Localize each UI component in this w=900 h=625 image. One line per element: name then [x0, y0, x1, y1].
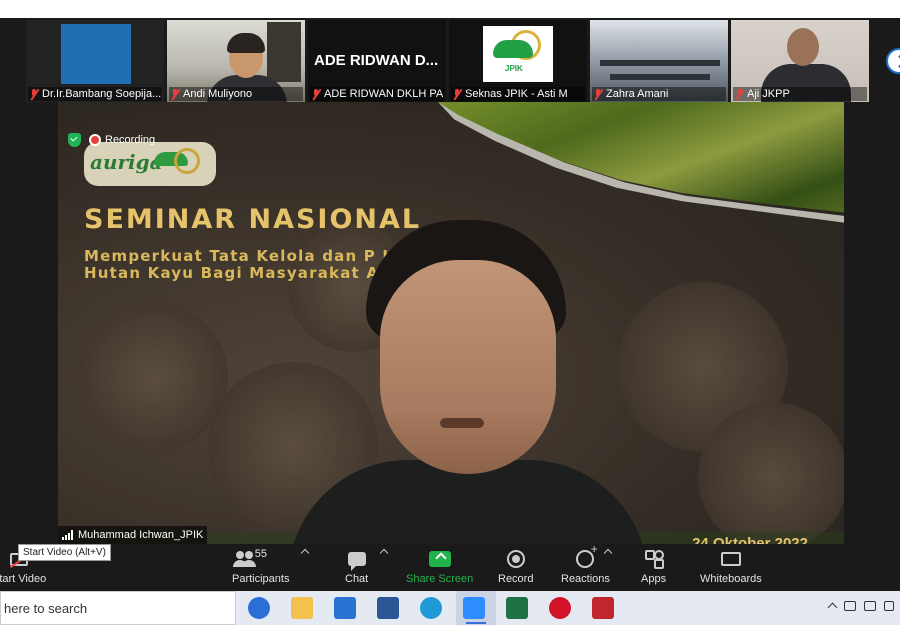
participant-tile[interactable]: Zahra Amani — [590, 20, 728, 102]
apps-icon — [644, 550, 664, 568]
participant-name: Dr.Ir.Bambang Soepija... — [28, 87, 162, 101]
auriga-logo: auriga — [84, 142, 216, 186]
start-video-tooltip: Start Video (Alt+V) — [18, 544, 111, 561]
chat-caret-icon[interactable] — [379, 548, 389, 558]
participant-tile[interactable]: JPIK Seknas JPIK - Asti M — [449, 20, 587, 102]
zoom-icon[interactable] — [463, 597, 485, 619]
network-icon[interactable] — [844, 600, 856, 611]
participants-count: 55 — [254, 548, 267, 560]
record-button[interactable]: Record — [498, 548, 533, 585]
taskbar-search-input[interactable]: here to search — [0, 591, 236, 625]
reactions-icon — [576, 542, 597, 568]
show-hidden-icons-icon[interactable] — [827, 602, 838, 613]
share-screen-icon — [428, 551, 451, 567]
participant-tile[interactable]: ADE RIDWAN D... ADE RIDWAN DKLH PA... — [308, 20, 446, 102]
windows-taskbar: here to search — [0, 591, 900, 625]
mic-muted-icon — [453, 88, 462, 100]
share-screen-button[interactable]: Share Screen — [406, 548, 473, 585]
battery-icon[interactable] — [864, 600, 876, 611]
participant-name: Andi Muliyono — [169, 87, 303, 101]
mic-muted-icon — [312, 88, 321, 100]
participant-tile-text: ADE RIDWAN D... — [314, 52, 439, 69]
participants-button[interactable]: 55 Participants — [232, 548, 289, 585]
chat-icon — [347, 552, 366, 571]
shield-icon — [68, 133, 81, 147]
chat-button[interactable]: Chat — [345, 548, 368, 585]
edge-profile-icon[interactable] — [248, 597, 270, 619]
participants-icon — [232, 551, 255, 567]
record-dot-icon — [89, 134, 101, 147]
speaker-name-label: Muhammad Ichwan_JPIK — [58, 526, 208, 544]
apps-button[interactable]: Apps — [641, 548, 666, 585]
participant-name: Zahra Amani — [592, 87, 726, 101]
file-explorer-icon[interactable] — [291, 597, 313, 619]
system-tray — [827, 600, 894, 613]
volume-icon[interactable] — [884, 600, 894, 611]
whiteboard-icon — [720, 552, 741, 566]
participant-name: ADE RIDWAN DKLH PA... — [310, 87, 444, 101]
meeting-toolbar: Start Video 55 Participants Chat Share S… — [0, 542, 900, 591]
screen: Dr.Ir.Bambang Soepija... Andi Muliyono A… — [0, 0, 900, 625]
edge-icon[interactable] — [420, 597, 442, 619]
participant-tile[interactable]: Andi Muliyono — [167, 20, 305, 102]
next-page-button[interactable] — [886, 48, 900, 74]
record-icon — [506, 550, 525, 568]
mic-muted-icon — [594, 88, 603, 100]
mic-muted-icon — [171, 88, 180, 100]
zoom-meeting-window: Dr.Ir.Bambang Soepija... Andi Muliyono A… — [0, 18, 900, 591]
participant-name: Aji JKPP — [733, 87, 867, 101]
participant-avatar — [61, 24, 131, 84]
reactions-button[interactable]: Reactions — [561, 542, 610, 585]
participant-name: Seknas JPIK - Asti M — [451, 87, 585, 101]
participant-tile[interactable]: Aji JKPP — [731, 20, 869, 102]
mic-muted-icon — [735, 88, 744, 100]
word-icon[interactable] — [377, 597, 399, 619]
participant-strip: Dr.Ir.Bambang Soepija... Andi Muliyono A… — [26, 20, 869, 102]
main-video: auriga SEMINAR NASIONAL Memperkuat Tata … — [58, 102, 844, 562]
mic-muted-icon — [30, 88, 39, 100]
signal-icon — [62, 530, 73, 540]
opera-icon[interactable] — [549, 597, 571, 619]
speaker-video — [288, 220, 648, 562]
app-icon[interactable] — [592, 597, 614, 619]
excel-icon[interactable] — [506, 597, 528, 619]
participants-caret-icon[interactable] — [300, 548, 310, 558]
recording-indicator: Recording — [68, 133, 155, 147]
mail-icon[interactable] — [334, 597, 356, 619]
participant-tile[interactable]: Dr.Ir.Bambang Soepija... — [26, 20, 164, 102]
whiteboards-button[interactable]: Whiteboards — [700, 548, 762, 585]
